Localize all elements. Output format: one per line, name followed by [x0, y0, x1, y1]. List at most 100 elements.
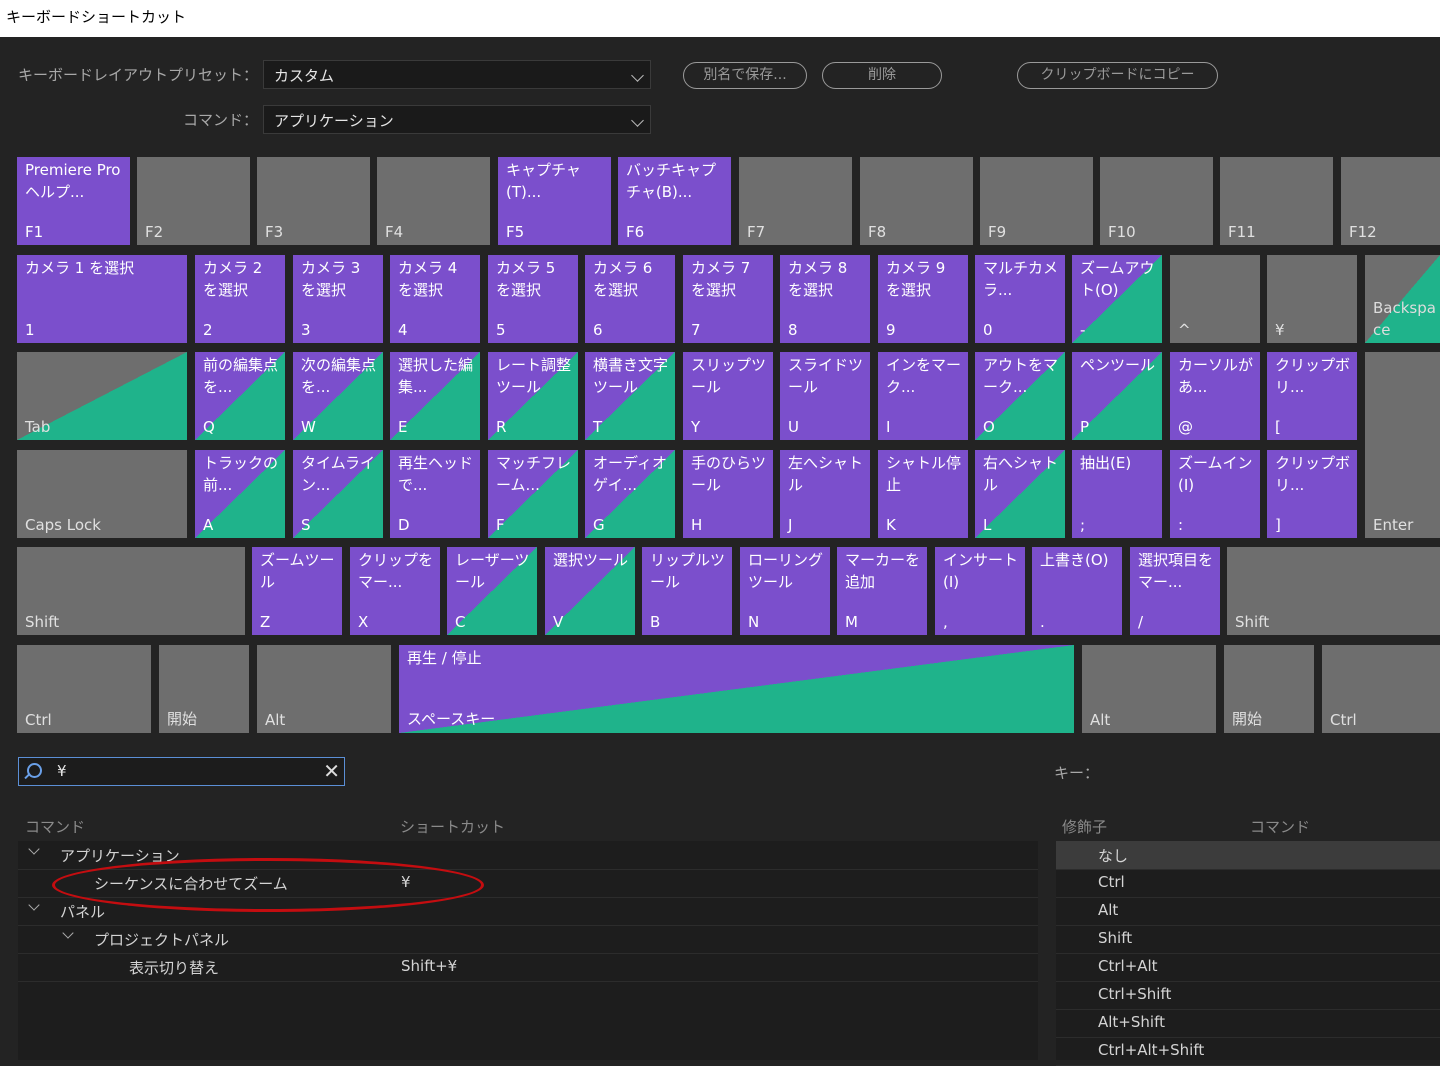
key-left-ctrl[interactable]: Ctrl — [17, 645, 151, 733]
key-u[interactable]: スライドツール U — [780, 352, 870, 440]
modifier-row-alt-shift[interactable]: Alt+Shift — [1056, 1009, 1440, 1038]
key-f[interactable]: マッチフレーム... F — [488, 450, 578, 538]
clear-search-icon[interactable]: ✕ — [323, 759, 340, 783]
key-b[interactable]: リップルツール B — [642, 547, 732, 635]
modifier-row-ctrl-shift[interactable]: Ctrl+Shift — [1056, 981, 1440, 1010]
key-t[interactable]: 横書き文字ツール T — [585, 352, 675, 440]
key-period[interactable]: 上書き(O). — [1032, 547, 1122, 635]
key-f5[interactable]: キャプチャ (T)... F5 — [498, 157, 611, 245]
command-select[interactable]: アプリケーション — [263, 105, 651, 134]
key-n[interactable]: ローリングツール N — [740, 547, 830, 635]
column-header-shortcut[interactable]: ショートカット — [400, 816, 505, 837]
tree-row-project-panel[interactable]: プロジェクトパネル — [18, 925, 1038, 954]
key-e[interactable]: 選択した編集... E — [390, 352, 480, 440]
search-input[interactable]: ¥ ✕ — [18, 757, 345, 786]
copy-to-clipboard-button[interactable]: クリップボードにコピー — [1017, 62, 1218, 89]
key-f4[interactable]: F4 — [377, 157, 490, 245]
key-f1[interactable]: Premiere Pro ヘルプ... F1 — [17, 157, 130, 245]
key-k[interactable]: シャトル停止 K — [878, 450, 968, 538]
key-backspace[interactable]: Backspace — [1365, 255, 1440, 343]
key-space[interactable]: 再生 / 停止 スペースキー — [399, 645, 1074, 733]
key-j[interactable]: 左へシャトル J — [780, 450, 870, 538]
key-r[interactable]: レート調整ツール R — [488, 352, 578, 440]
key-right-shift[interactable]: Shift — [1227, 547, 1440, 635]
key-minus[interactable]: ズームアウト(O) - — [1072, 255, 1162, 343]
column-header-modifier[interactable]: 修飾子 — [1062, 816, 1107, 837]
key-left-shift[interactable]: Shift — [17, 547, 245, 635]
key-yen[interactable]: ¥ — [1267, 255, 1357, 343]
key-at[interactable]: カーソルがあ... @ — [1170, 352, 1260, 440]
key-s[interactable]: タイムライン... S — [293, 450, 383, 538]
chevron-down-icon[interactable] — [28, 843, 40, 855]
modifier-row-shift[interactable]: Shift — [1056, 925, 1440, 954]
key-semicolon[interactable]: 抽出(E); — [1072, 450, 1162, 538]
key-colon[interactable]: ズームイン(I): — [1170, 450, 1260, 538]
key-f10[interactable]: F10 — [1100, 157, 1213, 245]
key-right-ctrl[interactable]: Ctrl — [1322, 645, 1440, 733]
key-left-bracket[interactable]: クリップボリ... [ — [1267, 352, 1357, 440]
modifier-row-alt[interactable]: Alt — [1056, 897, 1440, 926]
key-f8[interactable]: F8 — [860, 157, 973, 245]
key-h[interactable]: 手のひらツール H — [683, 450, 773, 538]
key-4[interactable]: カメラ 4 を選択 4 — [390, 255, 480, 343]
key-f2[interactable]: F2 — [137, 157, 250, 245]
key-x[interactable]: クリップをマー... X — [350, 547, 440, 635]
preset-select[interactable]: カスタム — [263, 60, 651, 89]
key-d[interactable]: 再生ヘッドで... D — [390, 450, 480, 538]
delete-button[interactable]: 削除 — [822, 62, 942, 89]
key-f3[interactable]: F3 — [257, 157, 370, 245]
key-y[interactable]: スリップツール Y — [683, 352, 773, 440]
key-5[interactable]: カメラ 5 を選択 5 — [488, 255, 578, 343]
key-1[interactable]: カメラ 1 を選択 1 — [17, 255, 187, 343]
key-6[interactable]: カメラ 6 を選択 6 — [585, 255, 675, 343]
tree-row-shortcut[interactable]: Shift+¥ — [401, 957, 457, 975]
save-as-button[interactable]: 別名で保存... — [683, 62, 807, 89]
key-tab[interactable]: Tab — [17, 352, 187, 440]
key-command: 次の編集点を... — [301, 356, 377, 396]
key-m[interactable]: マーカーを追加 M — [837, 547, 927, 635]
key-comma[interactable]: インサート(I), — [935, 547, 1025, 635]
key-i[interactable]: インをマーク... I — [878, 352, 968, 440]
modifier-row-none[interactable]: なし — [1056, 841, 1440, 870]
key-p[interactable]: ペンツール P — [1072, 352, 1162, 440]
tree-row-toggle-view[interactable]: 表示切り替え Shift+¥ — [18, 953, 1038, 982]
key-2[interactable]: カメラ 2 を選択 2 — [195, 255, 285, 343]
key-7[interactable]: カメラ 7 を選択 7 — [683, 255, 773, 343]
key-f11[interactable]: F11 — [1220, 157, 1333, 245]
key-enter[interactable]: Enter — [1365, 352, 1440, 538]
key-0[interactable]: マルチカメラ... 0 — [975, 255, 1065, 343]
modifier-row-ctrl-alt-shift[interactable]: Ctrl+Alt+Shift — [1056, 1037, 1440, 1066]
key-f6[interactable]: バッチキャプチャ(B)... F6 — [618, 157, 731, 245]
key-right-windows[interactable]: 開始 — [1224, 645, 1314, 733]
key-f12[interactable]: F12 — [1341, 157, 1440, 245]
key-caret[interactable]: ^ — [1170, 255, 1260, 343]
key-z[interactable]: ズームツール Z — [252, 547, 342, 635]
key-caps-lock[interactable]: Caps Lock — [17, 450, 187, 538]
chevron-down-icon[interactable] — [28, 899, 40, 911]
column-header-modifier-command[interactable]: コマンド — [1250, 816, 1310, 837]
key-right-bracket[interactable]: クリップボリ...] — [1267, 450, 1357, 538]
column-header-command[interactable]: コマンド — [25, 816, 85, 837]
key-l[interactable]: 右へシャトル L — [975, 450, 1065, 538]
key-left-alt[interactable]: Alt — [257, 645, 391, 733]
chevron-down-icon[interactable] — [62, 927, 74, 939]
key-o[interactable]: アウトをマーク... O — [975, 352, 1065, 440]
key-8[interactable]: カメラ 8 を選択 8 — [780, 255, 870, 343]
key-q[interactable]: 前の編集点を... Q — [195, 352, 285, 440]
key-c[interactable]: レーザーツール C — [447, 547, 537, 635]
key-label: 開始 — [1232, 710, 1263, 728]
key-f7[interactable]: F7 — [739, 157, 852, 245]
key-a[interactable]: トラックの前... A — [195, 450, 285, 538]
key-right-alt[interactable]: Alt — [1082, 645, 1216, 733]
key-v[interactable]: 選択ツール V — [545, 547, 635, 635]
modifier-row-ctrl[interactable]: Ctrl — [1056, 869, 1440, 898]
key-left-windows[interactable]: 開始 — [159, 645, 249, 733]
key-9[interactable]: カメラ 9 を選択 9 — [878, 255, 968, 343]
modifier-row-ctrl-alt[interactable]: Ctrl+Alt — [1056, 953, 1440, 982]
key-slash[interactable]: 選択項目をマー... / — [1130, 547, 1220, 635]
key-w[interactable]: 次の編集点を... W — [293, 352, 383, 440]
key-3[interactable]: カメラ 3 を選択 3 — [293, 255, 383, 343]
key-g[interactable]: オーディオゲイ... G — [585, 450, 675, 538]
key-label: V — [553, 613, 564, 631]
key-f9[interactable]: F9 — [980, 157, 1093, 245]
